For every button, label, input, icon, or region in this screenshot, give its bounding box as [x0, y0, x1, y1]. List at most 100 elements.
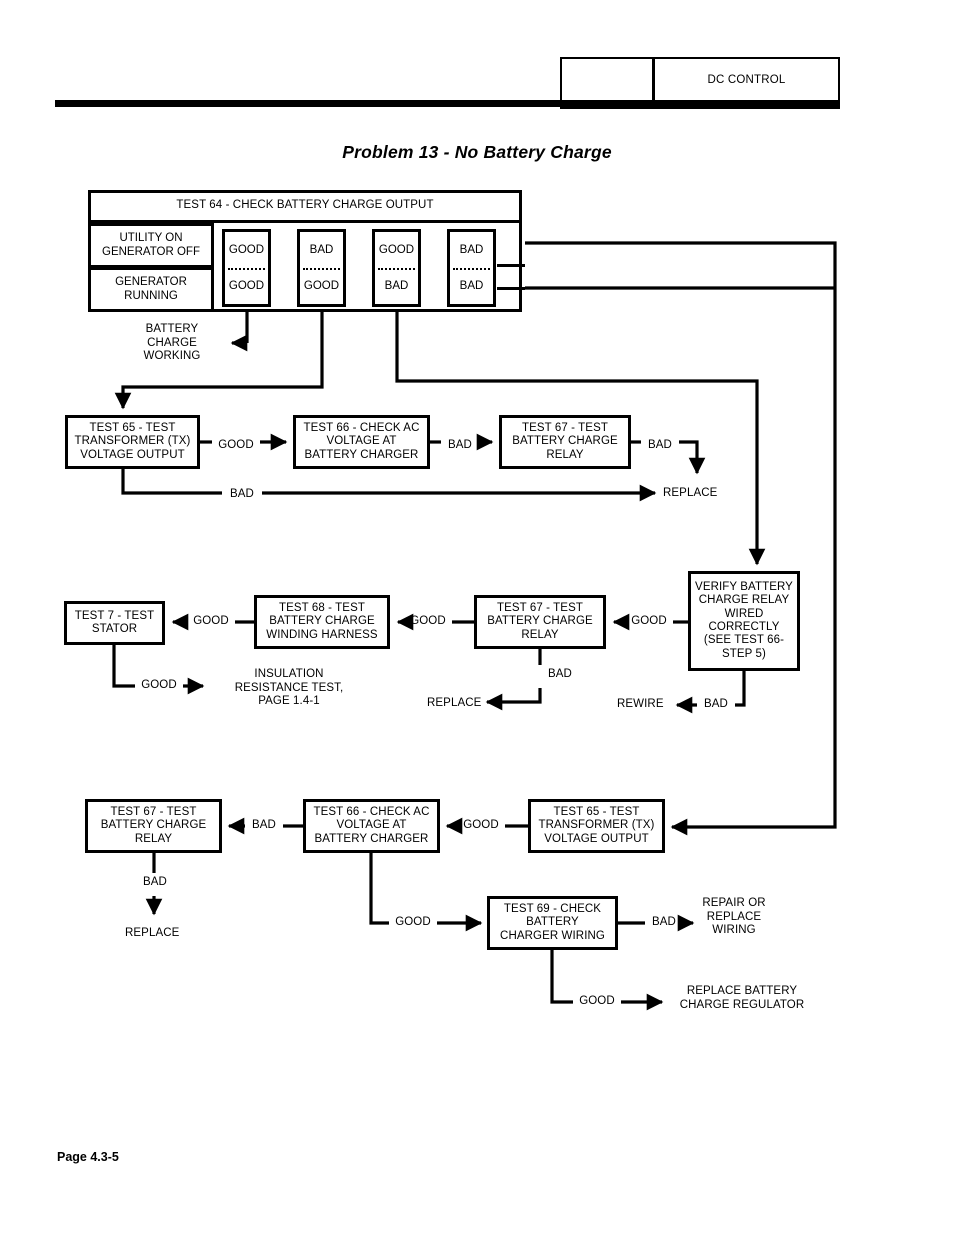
box-test67-battery-charge-relay-top[interactable]: TEST 67 - TEST BATTERY CHARGE RELAY [499, 415, 631, 469]
repair-line1: REPAIR OR [702, 897, 766, 909]
test69-line3: CHARGER WIRING [500, 929, 605, 942]
col3-generator-running-result: BAD [384, 280, 409, 292]
box-test68-battery-charge-winding-harness[interactable]: TEST 68 - TEST BATTERY CHARGE WINDING HA… [254, 595, 390, 649]
verify-line4: CORRECTLY [708, 621, 780, 633]
verify-line6: STEP 5) [722, 647, 766, 660]
verify-line1: VERIFY BATTERY [695, 580, 793, 593]
box-test7-stator[interactable]: TEST 7 - TEST STATOR [64, 601, 165, 645]
edge-label-verify-good: GOOD [631, 615, 667, 627]
repair-line3: WIRING [712, 924, 756, 937]
test66b-line2: VOLTAGE AT [336, 819, 407, 832]
header-section-label: DC CONTROL [707, 74, 786, 86]
col1-utility-on-result: GOOD [228, 244, 265, 256]
test69-line2: BATTERY [526, 916, 579, 929]
edge-label-test67b-good: GOOD [410, 615, 446, 627]
test65b-line2: TRANSFORMER (TX) [538, 819, 655, 832]
box-test66-check-ac-voltage-bottom[interactable]: TEST 66 - CHECK AC VOLTAGE AT BATTERY CH… [303, 799, 440, 853]
test65a-line2: TRANSFORMER (TX) [74, 435, 191, 448]
test64-stub-a [497, 264, 525, 267]
box-test69-check-battery-charger-wiring[interactable]: TEST 69 - CHECK BATTERY CHARGER WIRING [487, 896, 618, 950]
edge-label-test65a-good: GOOD [218, 439, 254, 451]
test67a-line3: RELAY [546, 448, 584, 461]
edge-label-test67b-bad: BAD [548, 668, 572, 680]
terminal-insulation-resistance-test: INSULATION RESISTANCE TEST, PAGE 1.4-1 [208, 668, 370, 709]
edge-label-test66b-good: GOOD [395, 916, 431, 928]
test66b-line3: BATTERY CHARGER [314, 832, 429, 845]
box-test67-battery-charge-relay-middle[interactable]: TEST 67 - TEST BATTERY CHARGE RELAY [474, 595, 606, 649]
test7-line2: STATOR [91, 623, 138, 635]
page-footer: Page 4.3-5 [57, 1150, 119, 1164]
box-test66-check-ac-voltage-top[interactable]: TEST 66 - CHECK AC VOLTAGE AT BATTERY CH… [293, 415, 430, 469]
test64-result-column-4: BAD BAD [447, 229, 496, 307]
test69-line1: TEST 69 - CHECK [503, 902, 602, 915]
bcw-line2: CHARGE [147, 336, 197, 349]
test64-stub-b [497, 287, 525, 290]
test64-row-label-utility-on: UTILITY ON GENERATOR OFF [88, 223, 214, 268]
terminal-replace-3: REPLACE [125, 927, 180, 939]
insulation-line2: RESISTANCE TEST, [234, 681, 344, 694]
test65a-line1: TEST 65 - TEST [89, 421, 176, 434]
test67b-line3: RELAY [521, 628, 559, 641]
repair-line2: REPLACE [706, 910, 762, 923]
page-title: Problem 13 - No Battery Charge [342, 142, 612, 162]
test65b-line1: TEST 65 - TEST [553, 805, 640, 818]
row1-line2: GENERATOR OFF [102, 245, 200, 258]
test67c-line2: BATTERY CHARGE [100, 819, 207, 832]
test67b-line2: BATTERY CHARGE [487, 615, 593, 628]
insulation-line1: INSULATION [254, 668, 324, 680]
row2-line1: GENERATOR [115, 276, 187, 289]
test66b-line1: TEST 66 - CHECK AC [313, 805, 430, 818]
col2-generator-running-result: GOOD [303, 280, 340, 292]
test68-line1: TEST 68 - TEST [279, 601, 365, 614]
edge-label-test69-bad: BAD [652, 916, 676, 928]
insulation-line3: PAGE 1.4-1 [258, 695, 320, 708]
terminal-rewire: REWIRE [617, 698, 664, 710]
verify-line5: (SEE TEST 66- [703, 634, 785, 647]
page-canvas: DC CONTROL Problem 13 - No Battery Charg… [0, 0, 954, 1235]
edge-label-verify-bad: BAD [704, 698, 728, 710]
terminal-repair-or-replace-wiring: REPAIR OR REPLACE WIRING [688, 897, 780, 938]
test64-result-column-2: BAD GOOD [297, 229, 346, 307]
row2-line2: RUNNING [124, 289, 178, 302]
edge-label-test68-good: GOOD [193, 615, 229, 627]
box-verify-battery-charge-relay-wiring[interactable]: VERIFY BATTERY CHARGE RELAY WIRED CORREC… [688, 571, 800, 671]
edge-label-test69-good: GOOD [579, 995, 615, 1007]
col4-utility-on-result: BAD [459, 244, 484, 256]
col2-utility-on-result: BAD [309, 244, 334, 256]
test64-result-column-1: GOOD GOOD [222, 229, 271, 307]
replacereg-line2: CHARGE REGULATOR [679, 998, 805, 1011]
test67a-line1: TEST 67 - TEST [522, 421, 608, 434]
test65b-line3: VOLTAGE OUTPUT [544, 832, 649, 845]
terminal-replace-battery-charge-regulator: REPLACE BATTERY CHARGE REGULATOR [668, 985, 816, 1012]
test64-result-column-3: GOOD BAD [372, 229, 421, 307]
verify-line2: CHARGE RELAY [698, 594, 790, 607]
test67a-line2: BATTERY CHARGE [512, 435, 618, 448]
test65a-line3: VOLTAGE OUTPUT [80, 448, 185, 461]
test64-row-label-generator-running: GENERATOR RUNNING [88, 267, 214, 312]
terminal-replace-2: REPLACE [427, 697, 482, 709]
edge-label-test65b-good: GOOD [463, 819, 499, 831]
test66a-line2: VOLTAGE AT [326, 435, 397, 448]
test66a-line3: BATTERY CHARGER [304, 448, 419, 461]
test67b-line1: TEST 67 - TEST [497, 601, 583, 614]
edge-label-test67a-bad: BAD [648, 439, 672, 451]
test66a-line1: TEST 66 - CHECK AC [303, 421, 420, 434]
header-rule [55, 100, 840, 107]
test67c-line3: RELAY [134, 832, 173, 845]
box-test67-battery-charge-relay-bottom[interactable]: TEST 67 - TEST BATTERY CHARGE RELAY [85, 799, 222, 853]
col4-generator-running-result: BAD [459, 280, 484, 292]
test68-line3: WINDING HARNESS [266, 628, 378, 641]
edge-label-test66b-bad: BAD [252, 819, 276, 831]
box-test65-transformer-voltage-output-top[interactable]: TEST 65 - TEST TRANSFORMER (TX) VOLTAGE … [65, 415, 200, 469]
edge-label-test7-good: GOOD [141, 679, 177, 691]
bcw-line1: BATTERY [145, 323, 199, 335]
test67c-line1: TEST 67 - TEST [110, 805, 197, 818]
box-test65-transformer-voltage-output-bottom[interactable]: TEST 65 - TEST TRANSFORMER (TX) VOLTAGE … [528, 799, 665, 853]
col1-generator-running-result: GOOD [228, 280, 265, 292]
bcw-line3: WORKING [143, 350, 201, 363]
col3-utility-on-result: GOOD [378, 244, 415, 256]
test7-line1: TEST 7 - TEST [74, 609, 155, 622]
edge-label-test65a-bad: BAD [230, 488, 254, 500]
verify-line3: WIRED [724, 607, 764, 620]
test64-title: TEST 64 - CHECK BATTERY CHARGE OUTPUT [176, 199, 434, 211]
